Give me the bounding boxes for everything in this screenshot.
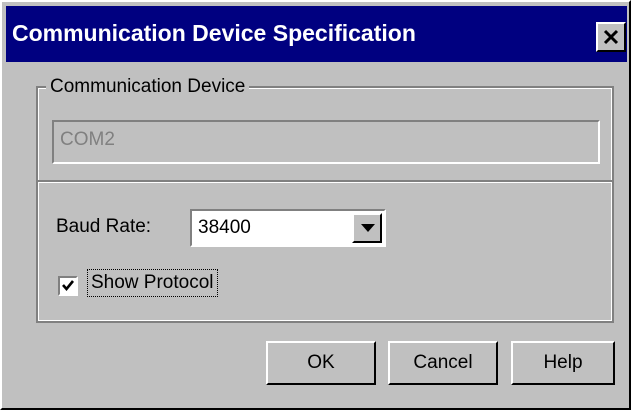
window-title: Communication Device Specification: [12, 20, 416, 46]
close-button[interactable]: [596, 22, 626, 52]
show-protocol-label[interactable]: Show Protocol: [87, 269, 218, 297]
title-bar[interactable]: Communication Device Specification: [6, 6, 627, 62]
baud-rate-label: Baud Rate:: [56, 216, 152, 237]
help-button[interactable]: Help: [511, 341, 615, 385]
dialog-window: Communication Device Specification Commu…: [0, 0, 631, 410]
show-protocol-checkbox[interactable]: [58, 276, 78, 296]
ok-button[interactable]: OK: [266, 341, 376, 385]
cancel-button[interactable]: Cancel: [388, 341, 498, 385]
baud-rate-value: 38400: [198, 217, 251, 238]
group-legend: Communication Device: [46, 76, 250, 98]
dropdown-arrow-icon: [361, 224, 375, 232]
checkmark-icon: [62, 280, 75, 292]
group-divider: [38, 180, 612, 183]
close-icon: [603, 29, 619, 45]
baud-rate-dropdown-button[interactable]: [352, 213, 382, 243]
communication-device-field: COM2: [52, 120, 600, 164]
baud-rate-select[interactable]: 38400: [190, 209, 386, 247]
